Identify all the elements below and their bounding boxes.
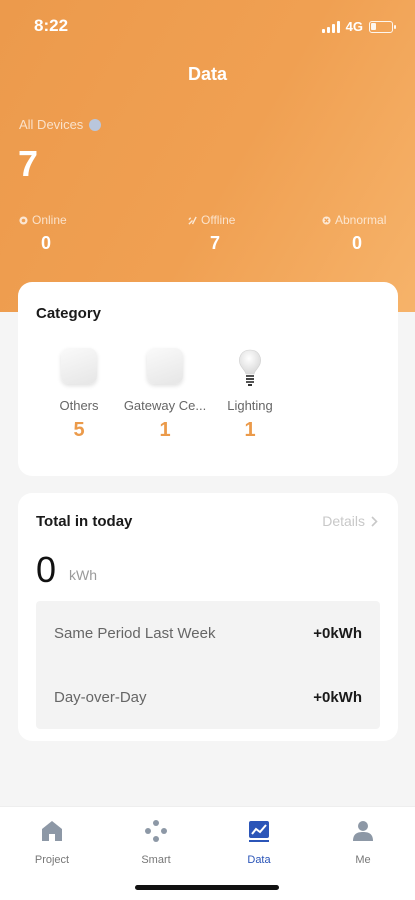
- network-type: 4G: [345, 19, 363, 34]
- signal-icon: [321, 20, 340, 33]
- stat-abnormal-label: Abnormal: [322, 213, 386, 227]
- tab-label: Me: [355, 854, 371, 866]
- details-label: Details: [322, 513, 365, 529]
- gateway-box-icon: [147, 348, 183, 384]
- category-label: Others: [59, 398, 99, 413]
- info-icon[interactable]: [89, 118, 102, 131]
- status-indicators: 4G: [321, 19, 396, 34]
- stat-online: Online 0: [19, 213, 67, 254]
- stat-offline-value: 7: [210, 233, 221, 253]
- smart-icon: [145, 820, 167, 842]
- category-item-others[interactable]: Others 5: [29, 348, 129, 442]
- light-bulb-icon: [232, 348, 268, 388]
- stat-abnormal-value: 0: [352, 233, 363, 253]
- category-label: Lighting: [227, 398, 273, 413]
- details-link[interactable]: Details: [322, 513, 378, 529]
- stat-online-label: Online: [19, 213, 67, 227]
- all-devices-text: All Devices: [19, 117, 84, 132]
- page-title: Data: [187, 64, 227, 84]
- tab-label: Project: [34, 854, 70, 866]
- stat-offline-label: Offline: [188, 213, 235, 227]
- stat-online-value: 0: [41, 233, 52, 253]
- energy-value: 0: [36, 549, 57, 590]
- stat-offline-text: Offline: [201, 213, 236, 227]
- category-item-lighting[interactable]: Lighting 1: [200, 348, 300, 442]
- all-devices-count: 7: [18, 143, 39, 184]
- chevron-right-icon: [371, 515, 378, 527]
- stat-abnormal: Abnormal 0: [322, 213, 386, 254]
- tab-data[interactable]: Data: [219, 819, 299, 866]
- category-count: 1: [244, 419, 256, 441]
- home-indicator: [135, 885, 279, 890]
- stat-online-text: Online: [32, 213, 67, 227]
- comparison-label: Same Period Last Week: [54, 625, 216, 642]
- comparison-row-day-over-day: Day-over-Day +0kWh: [54, 689, 362, 706]
- comparison-box: Same Period Last Week +0kWh Day-over-Day…: [36, 601, 380, 729]
- comparison-row-last-week: Same Period Last Week +0kWh: [54, 625, 362, 642]
- offline-icon: [188, 216, 197, 225]
- tab-label: Data: [247, 854, 271, 866]
- online-icon: [19, 215, 28, 225]
- category-title: Category: [36, 305, 102, 322]
- tab-me[interactable]: Me: [323, 819, 403, 866]
- tab-label: Smart: [141, 854, 171, 866]
- stat-abnormal-text: Abnormal: [335, 213, 387, 227]
- chart-icon: [249, 821, 269, 842]
- tab-project[interactable]: Project: [12, 819, 92, 866]
- comparison-value: +0kWh: [313, 689, 362, 706]
- battery-icon: [369, 20, 396, 33]
- comparison-value: +0kWh: [313, 625, 362, 642]
- energy-card: Total in today Details 0 kWh Same Period…: [18, 493, 398, 741]
- person-icon: [353, 821, 373, 841]
- category-card: Category Others 5 Gateway Ce... 1 Lighti…: [18, 282, 398, 476]
- tab-smart[interactable]: Smart: [116, 819, 196, 866]
- header-banner: 8:22 4G Data All Devices 7 Online 0 Offl…: [0, 0, 415, 312]
- all-devices-label: All Devices: [19, 117, 102, 132]
- comparison-label: Day-over-Day: [54, 689, 147, 706]
- status-time: 8:22: [34, 16, 69, 35]
- device-box-icon: [61, 348, 97, 384]
- stat-offline: Offline 7: [188, 213, 235, 254]
- energy-unit: kWh: [69, 567, 97, 583]
- abnormal-icon: [322, 215, 331, 225]
- home-icon: [42, 821, 62, 841]
- energy-title: Total in today: [36, 513, 133, 530]
- status-bar: 8:22 4G: [0, 0, 415, 50]
- category-count: 5: [73, 419, 85, 441]
